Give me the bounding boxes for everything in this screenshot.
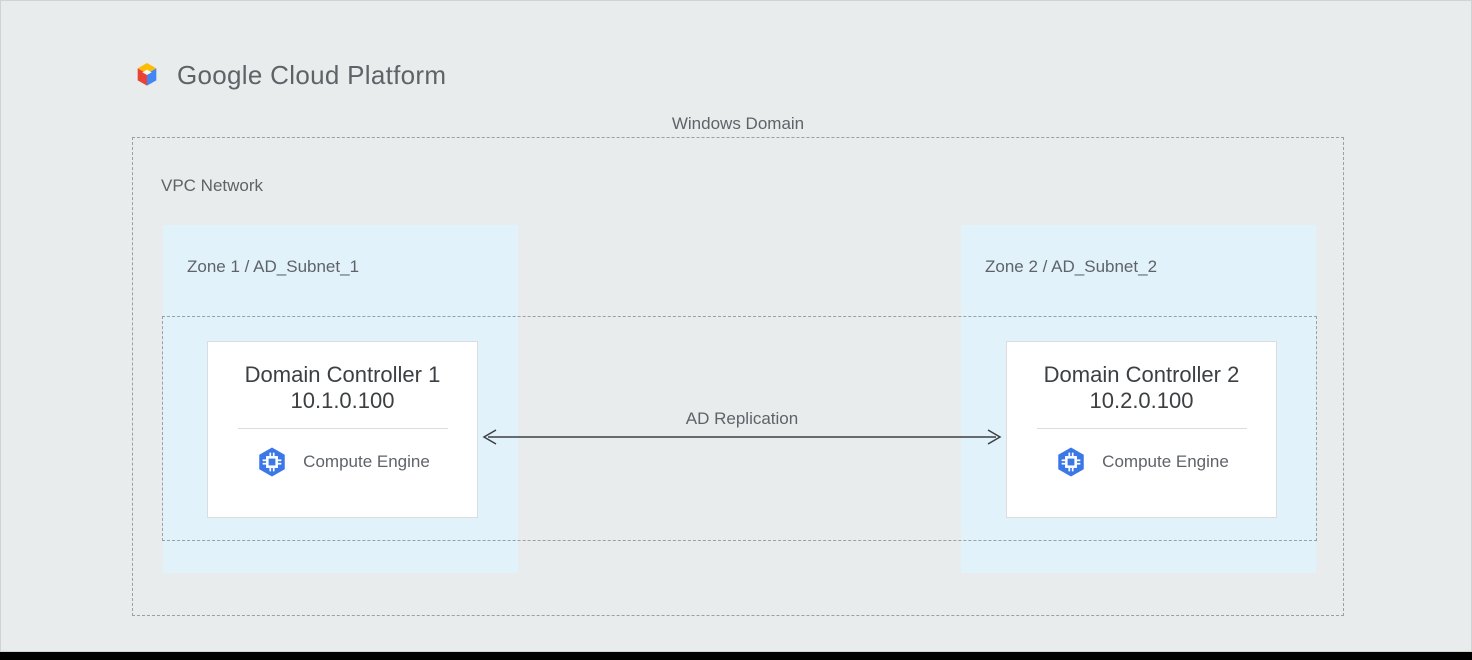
- zone-1-label: Zone 1 / AD_Subnet_1: [187, 257, 359, 277]
- double-arrow-icon: [480, 427, 1004, 447]
- brand-cloud: Cloud Platform: [270, 60, 446, 90]
- brand-text: Google Cloud Platform: [177, 60, 446, 91]
- dc2-service-label: Compute Engine: [1102, 452, 1229, 472]
- dc1-service-row: Compute Engine: [208, 445, 477, 479]
- dc2-title: Domain Controller 2: [1007, 362, 1276, 388]
- ad-replication-label: AD Replication: [480, 409, 1004, 429]
- brand-google: Google: [177, 60, 263, 90]
- gcp-header: Google Cloud Platform: [131, 59, 446, 91]
- gcp-logo-icon: [131, 59, 163, 91]
- diagram-canvas: Google Cloud Platform VPC Network Zone 1…: [0, 0, 1472, 652]
- vpc-network-box: VPC Network Zone 1 / AD_Subnet_1 Zone 2 …: [132, 137, 1344, 616]
- dc1-service-label: Compute Engine: [303, 452, 430, 472]
- ad-replication-connector: AD Replication: [480, 415, 1004, 455]
- dc1-divider: [238, 428, 448, 429]
- domain-controller-1-card: Domain Controller 1 10.1.0.100: [207, 341, 478, 518]
- dc1-ip: 10.1.0.100: [208, 388, 477, 414]
- windows-domain-label: Windows Domain: [133, 114, 1343, 134]
- dc2-service-row: Compute Engine: [1007, 445, 1276, 479]
- vpc-label: VPC Network: [161, 176, 263, 196]
- compute-engine-icon: [255, 445, 289, 479]
- windows-domain-box: Domain Controller 1 10.1.0.100: [162, 316, 1317, 541]
- compute-engine-icon: [1054, 445, 1088, 479]
- dc2-ip: 10.2.0.100: [1007, 388, 1276, 414]
- dc2-divider: [1037, 428, 1247, 429]
- zone-2-label: Zone 2 / AD_Subnet_2: [985, 257, 1157, 277]
- dc1-title: Domain Controller 1: [208, 362, 477, 388]
- domain-controller-2-card: Domain Controller 2 10.2.0.100: [1006, 341, 1277, 518]
